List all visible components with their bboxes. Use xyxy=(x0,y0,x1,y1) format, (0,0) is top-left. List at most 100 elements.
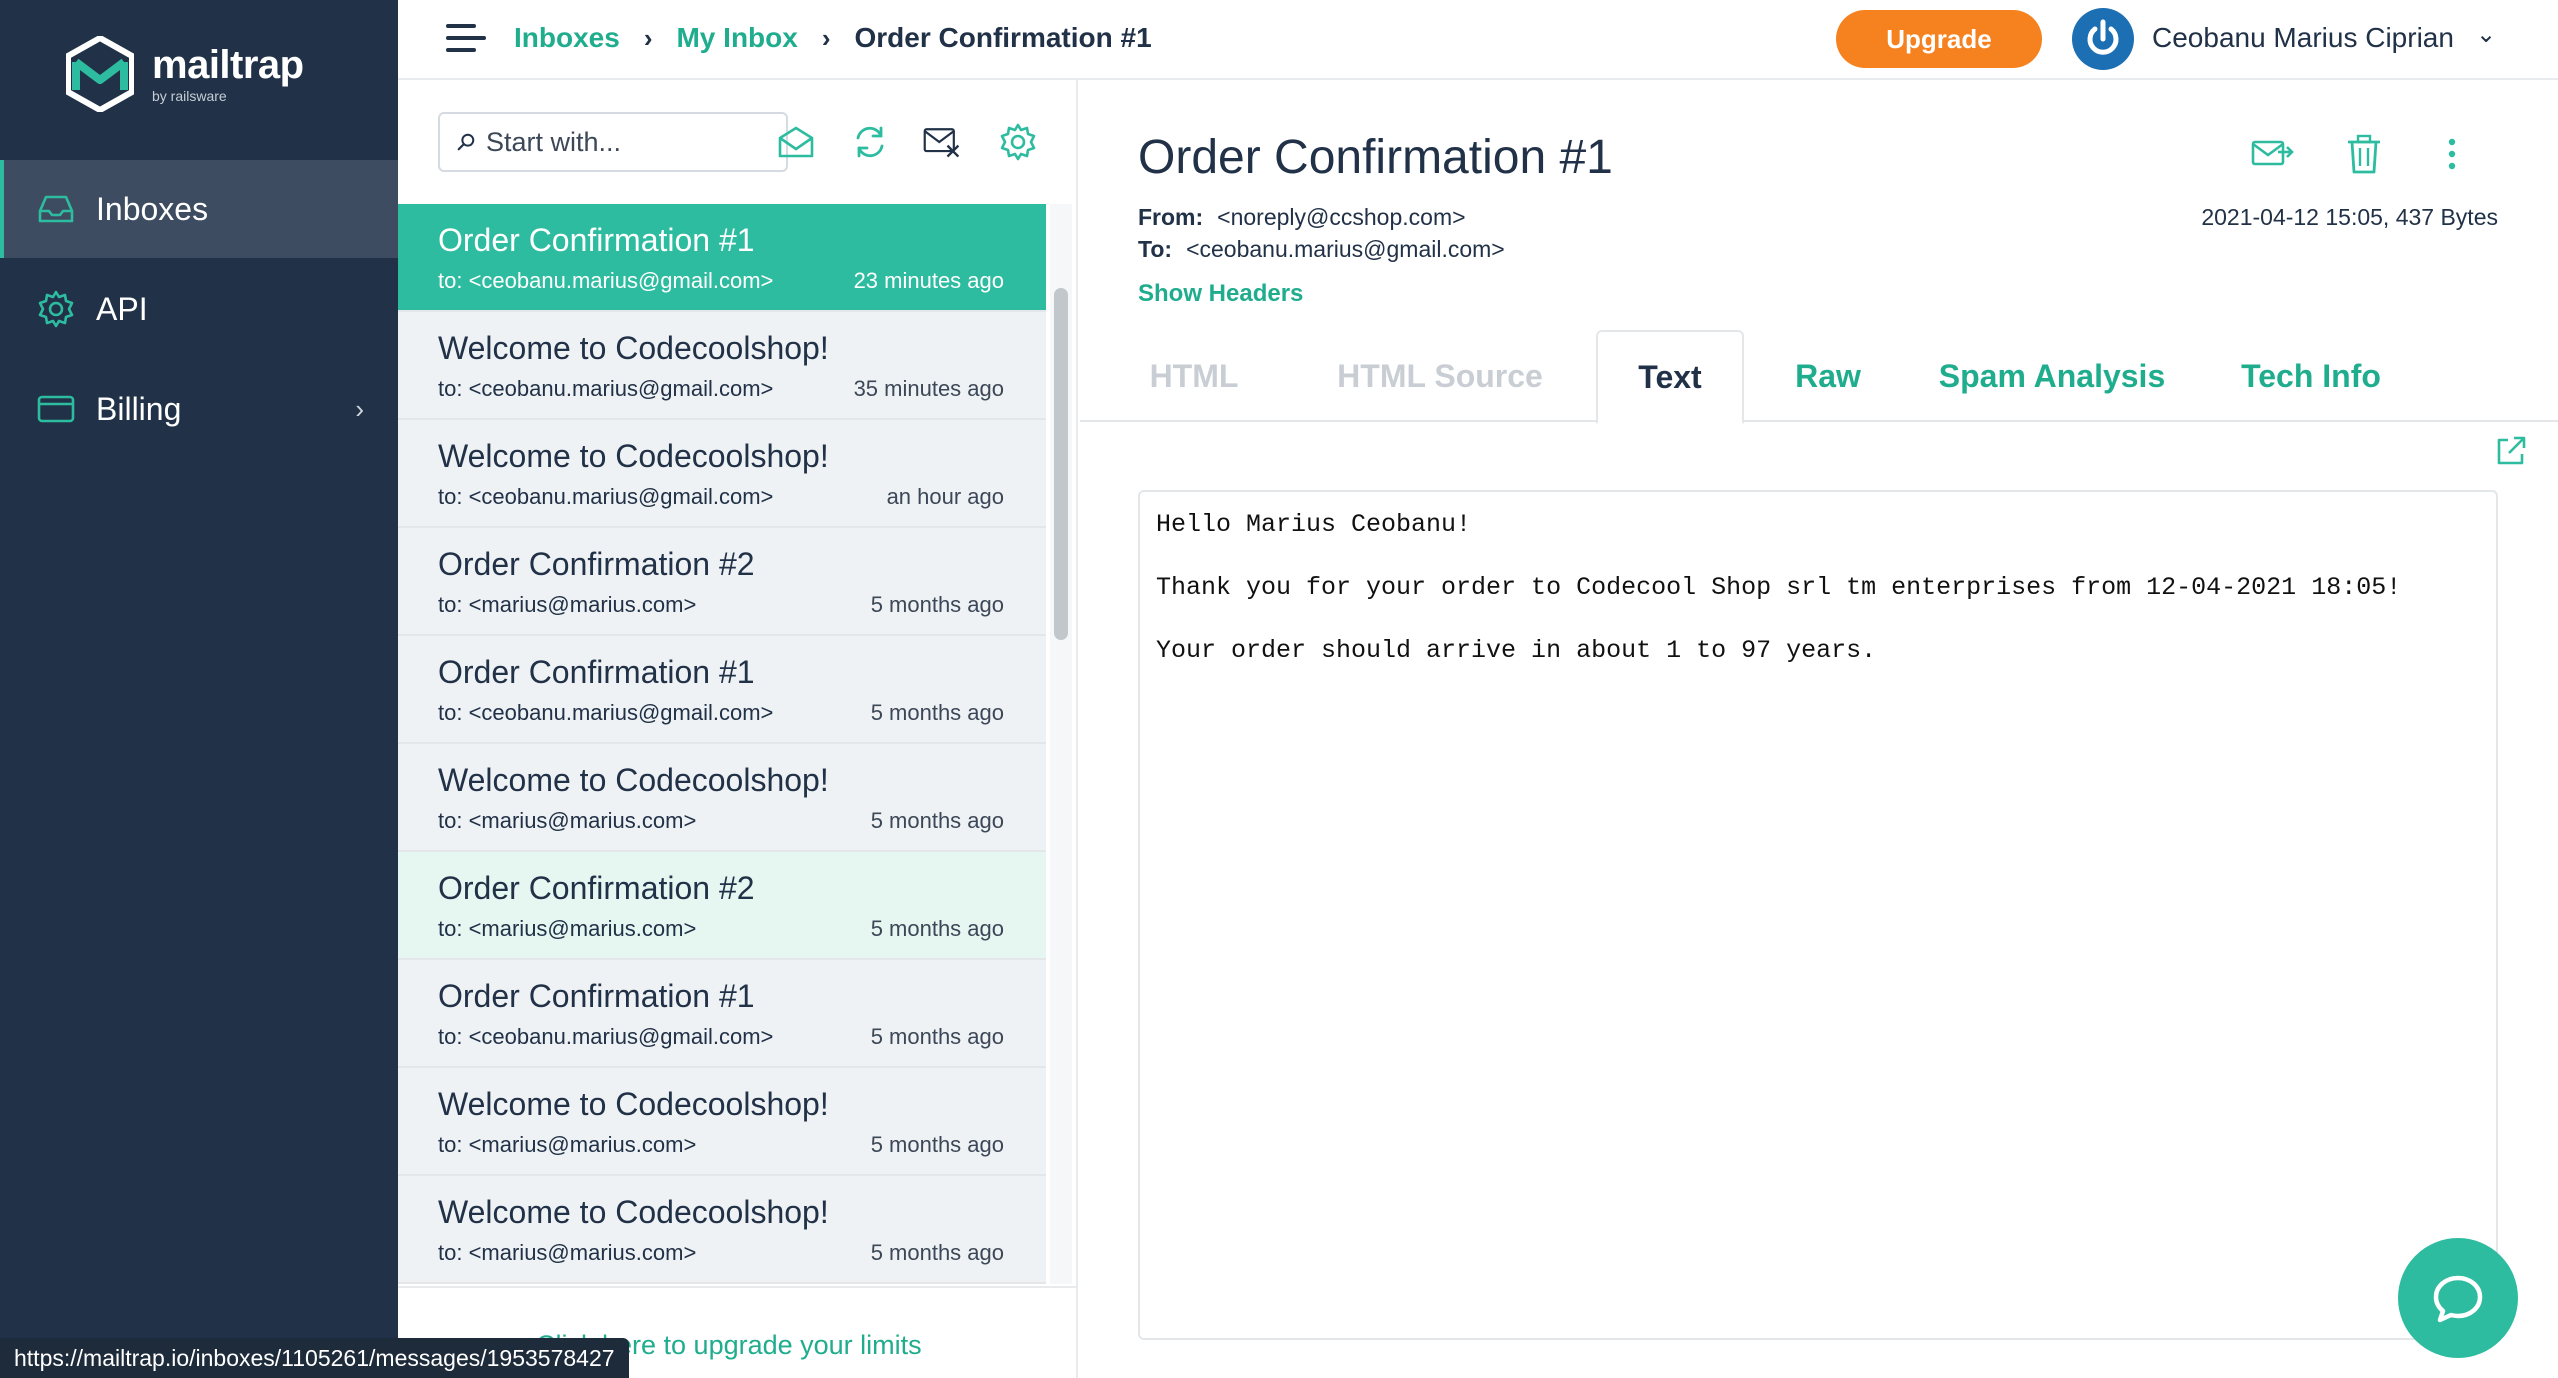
message-subject: Welcome to Codecoolshop! xyxy=(438,1086,829,1122)
breadcrumb-inboxes[interactable]: Inboxes xyxy=(514,22,620,54)
clear-inbox-icon[interactable] xyxy=(922,122,962,162)
message-subject: Welcome to Codecoolshop! xyxy=(438,438,829,474)
message-list-scrollbar[interactable] xyxy=(1050,204,1072,1284)
from-address: <noreply@ccshop.com> xyxy=(1217,204,1466,230)
forward-icon[interactable] xyxy=(2250,132,2294,176)
tab-html-source[interactable]: HTML Source xyxy=(1306,330,1574,422)
power-icon xyxy=(2087,19,2119,55)
sidebar-item-inboxes[interactable]: Inboxes xyxy=(0,160,398,258)
message-recipient: to: <ceobanu.marius@gmail.com> xyxy=(438,1024,774,1049)
topbar: Inboxes › My Inbox › Order Confirmation … xyxy=(398,0,2558,80)
tab-tech-info[interactable]: Tech Info xyxy=(2208,330,2414,422)
message-time: 5 months ago xyxy=(870,916,1004,941)
message-recipient: to: <ceobanu.marius@gmail.com> xyxy=(438,268,774,293)
upgrade-button[interactable]: Upgrade xyxy=(1836,10,2042,68)
message-time: an hour ago xyxy=(886,484,1004,509)
message-time: 23 minutes ago xyxy=(853,268,1004,293)
message-time: 5 months ago xyxy=(870,808,1004,833)
message-time: 5 months ago xyxy=(870,1240,1004,1265)
body-line: Thank you for your order to Codecool Sho… xyxy=(1156,573,2402,602)
more-vertical-icon[interactable] xyxy=(2430,132,2474,176)
message-to: To: <ceobanu.marius@gmail.com> xyxy=(1138,236,1505,263)
message-subject: Welcome to Codecoolshop! xyxy=(438,330,829,366)
chevron-right-icon: › xyxy=(355,393,364,424)
avatar[interactable] xyxy=(2072,8,2134,70)
inbox-icon xyxy=(38,195,74,223)
message-recipient: to: <marius@marius.com> xyxy=(438,808,697,833)
message-list-panel: Order Confirmation #1 to: <ceobanu.mariu… xyxy=(398,80,1078,1378)
message-subject: Order Confirmation #2 xyxy=(438,546,755,582)
to-address: <ceobanu.marius@gmail.com> xyxy=(1186,236,1505,262)
breadcrumb-my-inbox[interactable]: My Inbox xyxy=(676,22,797,54)
tab-spam-analysis[interactable]: Spam Analysis xyxy=(1918,330,2186,422)
chat-bubble-icon xyxy=(2433,1275,2483,1323)
message-item[interactable]: Welcome to Codecoolshop! to: <ceobanu.ma… xyxy=(398,312,1046,420)
message-time: 5 months ago xyxy=(870,1132,1004,1157)
message-from: From: <noreply@ccshop.com> xyxy=(1138,204,1466,231)
body-line: Your order should arrive in about 1 to 9… xyxy=(1156,636,1877,665)
show-headers-link[interactable]: Show Headers xyxy=(1138,280,1303,308)
message-item[interactable]: Order Confirmation #2 to: <marius@marius… xyxy=(398,852,1046,960)
message-recipient: to: <marius@marius.com> xyxy=(438,592,697,617)
message-subject: Order Confirmation #2 xyxy=(438,870,755,906)
credit-card-icon xyxy=(37,395,75,423)
message-time: 5 months ago xyxy=(870,592,1004,617)
scrollbar-thumb[interactable] xyxy=(1054,288,1068,640)
message-recipient: to: <ceobanu.marius@gmail.com> xyxy=(438,700,774,725)
message-item[interactable]: Welcome to Codecoolshop! to: <ceobanu.ma… xyxy=(398,420,1046,528)
message-subject: Order Confirmation #1 xyxy=(438,978,755,1014)
body-line: Hello Marius Ceobanu! xyxy=(1156,510,1472,539)
chat-widget-button[interactable] xyxy=(2398,1238,2518,1358)
tab-html[interactable]: HTML xyxy=(1116,330,1272,422)
sidebar-item-label: Inboxes xyxy=(96,190,209,227)
message-title: Order Confirmation #1 xyxy=(1138,131,1613,184)
message-item[interactable]: Order Confirmation #2 to: <marius@marius… xyxy=(398,528,1046,636)
message-recipient: to: <marius@marius.com> xyxy=(438,1240,697,1265)
message-subject: Order Confirmation #1 xyxy=(438,222,755,258)
sidebar: mailtrap by railsware Inboxes API Billin… xyxy=(0,0,398,1378)
message-item[interactable]: Welcome to Codecoolshop! to: <marius@mar… xyxy=(398,744,1046,852)
sidebar-item-billing[interactable]: Billing › xyxy=(0,360,398,458)
message-subject: Order Confirmation #1 xyxy=(438,654,755,690)
hamburger-menu-icon[interactable] xyxy=(446,24,486,56)
message-list: Order Confirmation #1 to: <ceobanu.mariu… xyxy=(398,204,1046,1284)
tab-text[interactable]: Text xyxy=(1596,330,1744,424)
breadcrumb: Inboxes › My Inbox › Order Confirmation … xyxy=(514,22,1152,54)
search-input[interactable] xyxy=(486,126,786,158)
message-recipient: to: <marius@marius.com> xyxy=(438,1132,697,1157)
settings-icon[interactable] xyxy=(998,122,1038,162)
trash-icon[interactable] xyxy=(2342,132,2386,176)
message-item[interactable]: Welcome to Codecoolshop! to: <marius@mar… xyxy=(398,1176,1046,1284)
message-subject: Welcome to Codecoolshop! xyxy=(438,1194,829,1230)
search-box[interactable] xyxy=(438,112,788,172)
status-url-bar: https://mailtrap.io/inboxes/1105261/mess… xyxy=(0,1338,629,1378)
to-label: To: xyxy=(1138,236,1173,262)
tab-raw[interactable]: Raw xyxy=(1768,330,1888,422)
message-viewer: Order Confirmation #1 From: <noreply@ccsh… xyxy=(1080,80,2558,1378)
logo-subtitle: by railsware xyxy=(152,88,227,104)
chevron-down-icon[interactable]: ⌄ xyxy=(2476,20,2496,49)
open-envelope-icon[interactable] xyxy=(776,122,816,162)
gear-icon xyxy=(38,290,74,328)
breadcrumb-current: Order Confirmation #1 xyxy=(854,22,1152,53)
message-item[interactable]: Order Confirmation #1 to: <ceobanu.mariu… xyxy=(398,204,1046,312)
message-item[interactable]: Welcome to Codecoolshop! to: <marius@mar… xyxy=(398,1068,1046,1176)
message-body: Hello Marius Ceobanu! Thank you for your… xyxy=(1138,490,2498,1340)
message-time: 5 months ago xyxy=(870,700,1004,725)
breadcrumb-separator: › xyxy=(821,22,831,53)
message-item[interactable]: Order Confirmation #1 to: <ceobanu.mariu… xyxy=(398,636,1046,744)
sidebar-item-label: Billing xyxy=(96,390,182,427)
message-recipient: to: <ceobanu.marius@gmail.com> xyxy=(438,376,774,401)
external-link-icon[interactable] xyxy=(2494,434,2528,468)
message-meta: 2021-04-12 15:05, 437 Bytes xyxy=(2201,204,2498,230)
message-item[interactable]: Order Confirmation #1 to: <ceobanu.mariu… xyxy=(398,960,1046,1068)
message-recipient: to: <marius@marius.com> xyxy=(438,916,697,941)
logo-name: mailtrap xyxy=(152,43,304,87)
breadcrumb-separator: › xyxy=(643,22,653,53)
mailtrap-logo[interactable]: mailtrap by railsware xyxy=(66,36,304,112)
user-name[interactable]: Ceobanu Marius Ciprian xyxy=(2152,22,2454,54)
message-recipient: to: <ceobanu.marius@gmail.com> xyxy=(438,484,774,509)
sidebar-item-api[interactable]: API xyxy=(0,260,398,358)
mailtrap-logo-icon xyxy=(66,36,134,112)
refresh-icon[interactable] xyxy=(850,122,890,162)
